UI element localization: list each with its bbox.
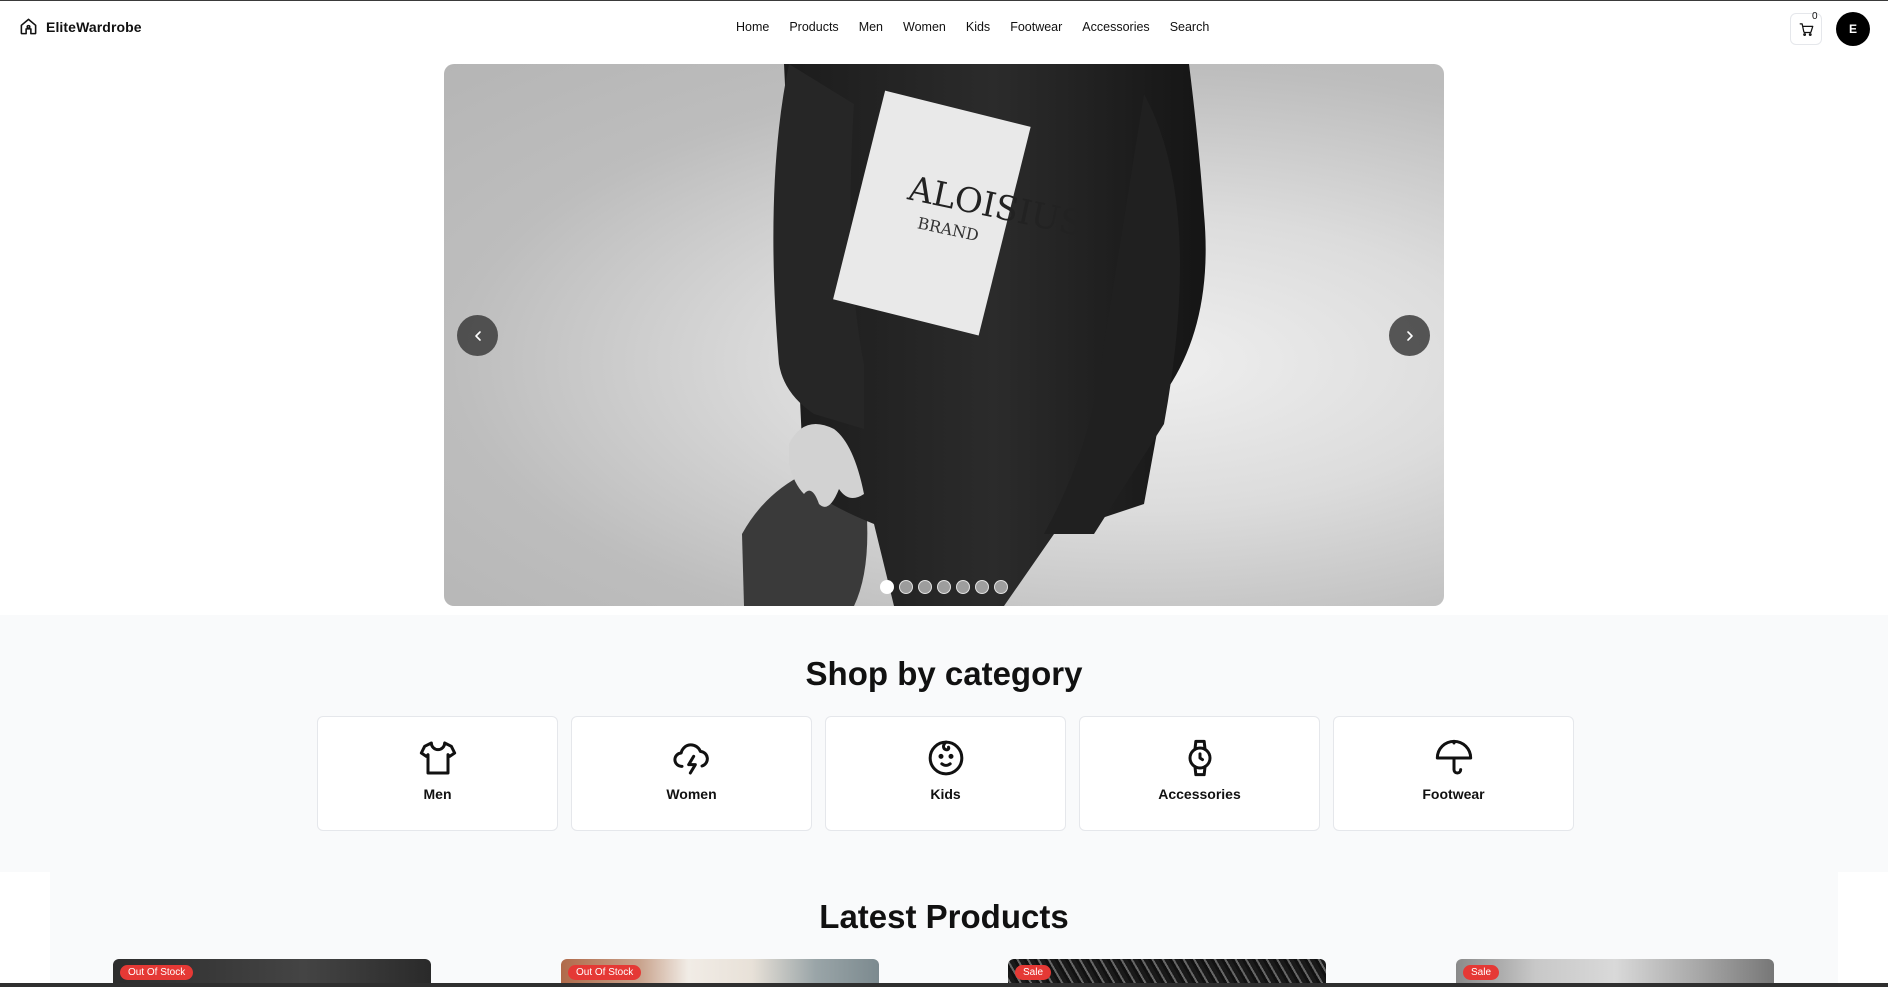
main-nav: Home Products Men Women Kids Footwear Ac… — [736, 20, 1229, 34]
carousel-prev-button[interactable] — [457, 315, 498, 356]
umbrella-icon — [1435, 739, 1472, 775]
home-icon — [20, 18, 37, 35]
nav-men[interactable]: Men — [859, 20, 883, 34]
category-card-men[interactable]: Men — [317, 716, 558, 831]
latest-products-section: Latest Products Out Of Stock Out Of Stoc… — [50, 872, 1838, 987]
hero-slide-image: ALOISIUS BRAND — [742, 64, 1206, 606]
site-header: EliteWardrobe Home Products Men Women Ki… — [0, 1, 1888, 55]
carousel-dot[interactable] — [975, 580, 989, 594]
nav-accessories[interactable]: Accessories — [1082, 20, 1149, 34]
carousel-next-button[interactable] — [1389, 315, 1430, 356]
chevron-left-icon — [474, 330, 481, 341]
carousel-dot[interactable] — [880, 580, 894, 594]
category-card-accessories[interactable]: Accessories — [1079, 716, 1320, 831]
shirt-icon — [419, 741, 456, 775]
hero-carousel: ALOISIUS BRAND — [444, 64, 1444, 606]
nav-footwear[interactable]: Footwear — [1010, 20, 1062, 34]
shop-by-category-section: Shop by category Men Women Kids Accessor… — [0, 615, 1888, 872]
baby-face-icon — [928, 740, 963, 776]
carousel-dots — [880, 580, 1008, 594]
category-card-kids[interactable]: Kids — [825, 716, 1066, 831]
carousel-dot[interactable] — [899, 580, 913, 594]
cloud-lightning-icon — [672, 743, 709, 775]
category-grid: Men Women Kids Accessories Footwear — [317, 716, 1574, 831]
carousel-dot[interactable] — [994, 580, 1008, 594]
product-badge: Sale — [1463, 965, 1500, 980]
nav-women[interactable]: Women — [903, 20, 946, 34]
brand-name: EliteWardrobe — [46, 18, 142, 35]
category-label: Women — [666, 786, 717, 802]
brand-link[interactable]: EliteWardrobe — [19, 17, 142, 36]
cart-count-badge: 0 — [1812, 11, 1818, 22]
carousel-dot[interactable] — [937, 580, 951, 594]
category-label: Footwear — [1422, 786, 1485, 802]
watch-icon — [1188, 739, 1211, 777]
nav-home[interactable]: Home — [736, 20, 769, 34]
carousel-dot[interactable] — [956, 580, 970, 594]
category-label: Men — [423, 786, 452, 802]
category-section-title: Shop by category — [805, 655, 1083, 692]
chevron-right-icon — [1406, 330, 1413, 341]
carousel-dot[interactable] — [918, 580, 932, 594]
nav-search[interactable]: Search — [1170, 20, 1210, 34]
window-bottom-border — [0, 983, 1888, 987]
nav-kids[interactable]: Kids — [966, 20, 990, 34]
cart-icon — [1799, 22, 1813, 36]
product-badge: Sale — [1015, 965, 1052, 980]
category-label: Kids — [930, 786, 961, 802]
latest-products-title: Latest Products — [819, 898, 1069, 935]
user-avatar[interactable]: E — [1836, 12, 1870, 46]
category-card-women[interactable]: Women — [571, 716, 812, 831]
category-label: Accessories — [1158, 786, 1241, 802]
category-card-footwear[interactable]: Footwear — [1333, 716, 1574, 831]
product-badge: Out Of Stock — [568, 965, 642, 980]
nav-products[interactable]: Products — [789, 20, 838, 34]
product-badge: Out Of Stock — [120, 965, 194, 980]
